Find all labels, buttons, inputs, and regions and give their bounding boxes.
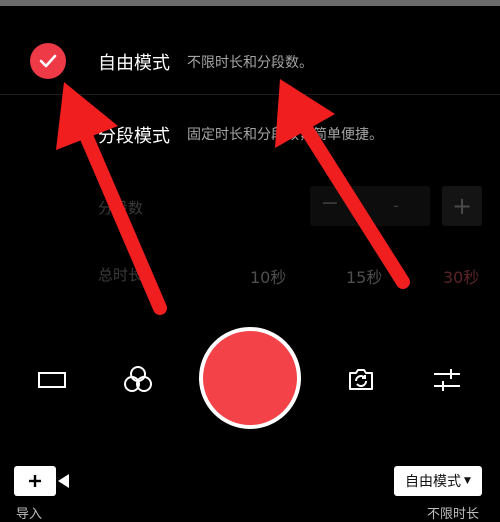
filter-icon	[124, 366, 152, 392]
free-mode-description: 不限时长和分段数。	[187, 55, 313, 71]
settings-button[interactable]	[430, 364, 464, 396]
import-button[interactable]	[14, 466, 56, 496]
aspect-ratio-button[interactable]	[36, 366, 68, 394]
duration-option-15s[interactable]: 15秒	[346, 264, 382, 288]
camera-flip-button[interactable]	[344, 362, 378, 396]
segments-plus-button[interactable]: +	[442, 186, 482, 226]
duration-label: 总时长	[98, 266, 144, 284]
status-bar-strip	[0, 0, 500, 6]
record-button[interactable]	[199, 327, 301, 429]
segments-value: -	[393, 196, 399, 215]
plus-icon: +	[451, 192, 473, 220]
duration-option-10s[interactable]: 10秒	[250, 264, 286, 288]
video-camera-icon	[58, 474, 69, 488]
segment-mode-title[interactable]: 分段模式	[98, 122, 170, 148]
mode-select-button[interactable]: 自由模式 ▼	[394, 466, 482, 496]
mode-select-subtitle: 不限时长	[427, 507, 480, 522]
plus-icon	[29, 475, 41, 487]
free-mode-title[interactable]: 自由模式	[98, 49, 170, 75]
mode-select-value: 自由模式	[405, 474, 462, 490]
check-icon	[39, 54, 57, 68]
import-label: 导入	[16, 507, 43, 522]
annotation-arrows	[56, 79, 410, 315]
settings-sliders-icon	[434, 369, 460, 391]
free-mode-check[interactable]	[30, 43, 66, 79]
segments-minus-button[interactable]: −	[318, 191, 342, 216]
segments-label: 分段数	[98, 199, 144, 217]
camera-flip-icon	[349, 369, 373, 390]
mode-divider	[0, 94, 500, 95]
segment-mode-description: 固定时长和分段数，简单便捷。	[187, 127, 383, 143]
aspect-ratio-icon	[38, 372, 66, 388]
duration-option-30s[interactable]: 30秒	[443, 264, 479, 288]
caret-down-icon: ▼	[464, 476, 471, 486]
arrow-to-description	[275, 79, 410, 289]
filter-button[interactable]	[120, 362, 156, 398]
